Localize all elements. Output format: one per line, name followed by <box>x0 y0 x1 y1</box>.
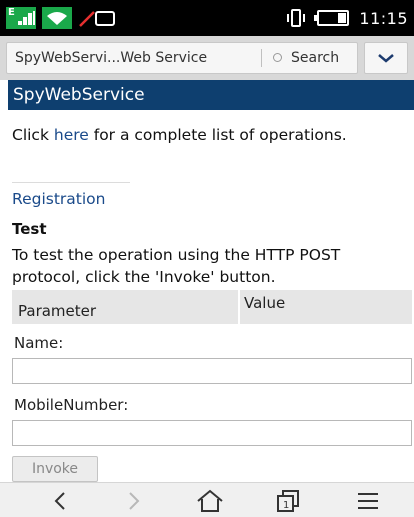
status-left: E <box>6 6 118 30</box>
test-heading: Test <box>12 220 47 238</box>
bottom-navigation: 1 <box>0 482 414 517</box>
url-box[interactable]: SpyWebServi...Web Service Search <box>6 42 358 74</box>
column-parameter: Parameter <box>18 302 97 320</box>
status-time: 11:15 <box>359 8 408 28</box>
screen: E 11:15 SpyWebServi...Web Service Search… <box>0 0 414 517</box>
vibrate-icon <box>285 8 307 28</box>
mobile-number-input[interactable] <box>12 420 412 446</box>
intro-text: Click here for a complete list of operat… <box>12 124 402 146</box>
intro-suffix: for a complete list of operations. <box>88 126 347 144</box>
page-tab-title[interactable]: SpyWebServi...Web Service <box>15 43 255 73</box>
forward-arrow-icon <box>129 492 140 510</box>
search-icon[interactable] <box>273 53 282 62</box>
address-divider <box>261 49 262 67</box>
home-icon <box>197 489 223 512</box>
battery-icon <box>314 10 350 26</box>
tabs-icon: 1 <box>277 490 299 512</box>
intro-prefix: Click <box>12 126 54 144</box>
cell-signal-icon: E <box>6 7 36 29</box>
back-button[interactable] <box>40 487 80 515</box>
column-divider <box>238 290 240 324</box>
tabs-count: 1 <box>283 500 289 511</box>
parameter-table-header: Parameter Value <box>12 290 412 324</box>
column-value: Value <box>244 294 286 312</box>
section-divider <box>12 182 130 183</box>
invoke-button[interactable]: Invoke <box>12 456 98 482</box>
registration-link[interactable]: Registration <box>12 188 105 210</box>
name-label: Name: <box>14 334 64 352</box>
page-header: SpyWebService <box>8 80 414 110</box>
menu-button[interactable] <box>348 487 388 515</box>
status-bar: E 11:15 <box>0 0 414 36</box>
menu-icon <box>358 493 378 509</box>
test-description: To test the operation using the HTTP POS… <box>12 246 341 286</box>
back-arrow-icon <box>54 492 65 510</box>
name-input[interactable] <box>12 358 412 384</box>
page-heading: SpyWebService <box>13 85 145 105</box>
mobile-number-label: MobileNumber: <box>14 396 129 414</box>
address-menu-button[interactable] <box>364 42 408 74</box>
network-type: E <box>8 7 15 18</box>
chevron-down-icon <box>378 54 394 63</box>
search-label[interactable]: Search <box>291 43 339 73</box>
wifi-icon <box>42 7 72 29</box>
no-sim-icon <box>78 7 118 29</box>
forward-button[interactable] <box>114 487 154 515</box>
tabs-button[interactable]: 1 <box>268 487 308 515</box>
status-right: 11:15 <box>285 6 408 30</box>
address-bar: SpyWebServi...Web Service Search <box>0 36 414 80</box>
operations-list-link[interactable]: here <box>54 126 89 144</box>
home-button[interactable] <box>190 487 230 515</box>
